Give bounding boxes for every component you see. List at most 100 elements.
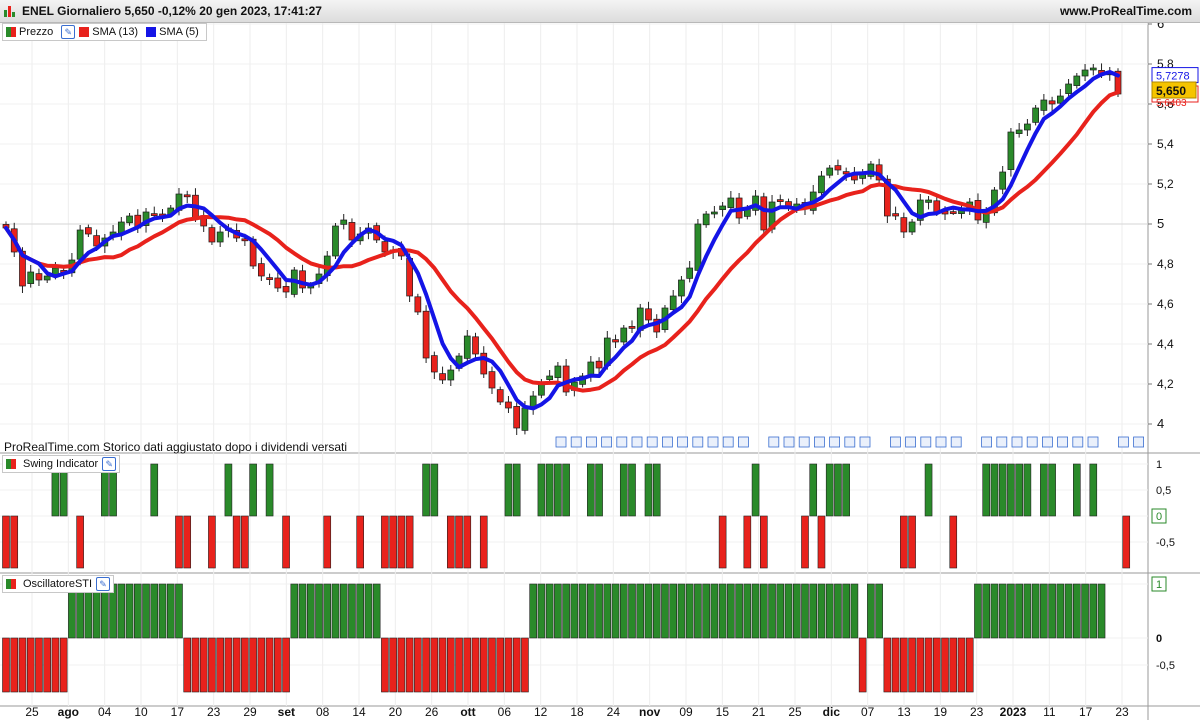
dividend-marker-icon[interactable] (768, 436, 780, 448)
osc-legend[interactable]: OscillatoreSTI ✎ (2, 575, 115, 593)
osc-bar (422, 637, 430, 693)
dividend-marker-icon[interactable] (662, 436, 673, 448)
osc-bar (825, 583, 834, 639)
dividend-marker-icon[interactable] (1011, 436, 1023, 448)
osc-bar (389, 637, 397, 693)
y-tick-label: 0,5 (1156, 485, 1171, 497)
swing-bar (751, 463, 760, 517)
dividend-marker-icon[interactable] (996, 436, 1008, 448)
swing-bar (562, 463, 570, 517)
osc-bar (982, 583, 991, 639)
osc-bar (323, 583, 332, 639)
osc-bar (965, 637, 974, 693)
dividend-marker-icon[interactable] (586, 436, 597, 448)
candle (27, 271, 35, 284)
dividend-marker-icon[interactable] (1133, 436, 1144, 448)
candle (628, 326, 636, 329)
swing-bar (809, 463, 818, 517)
x-tick-label: 07 (861, 705, 875, 719)
osc-bar (1048, 583, 1056, 639)
swing-bar (842, 463, 850, 517)
candle (472, 336, 479, 355)
swing-bar (760, 515, 768, 569)
swing-bar (817, 515, 826, 569)
x-tick-label: 21 (752, 705, 766, 719)
dividend-marker-icon[interactable] (920, 436, 932, 448)
dividend-marker-icon[interactable] (935, 436, 947, 448)
x-tick-label: 19 (934, 705, 948, 719)
dividend-marker-icon[interactable] (646, 436, 658, 448)
osc-bar (562, 583, 570, 639)
dividend-marker-icon[interactable] (950, 436, 962, 448)
legend-item-price[interactable]: Prezzo (6, 26, 53, 38)
dividend-marker-icon[interactable] (829, 436, 840, 448)
dividend-marker-icon[interactable] (601, 436, 612, 448)
osc-bar (809, 583, 818, 639)
osc-bar (257, 637, 266, 693)
osc-bar (735, 583, 743, 639)
dividend-marker-icon[interactable] (1118, 436, 1129, 448)
dividend-marker-icon[interactable] (738, 436, 749, 448)
swing-panel (0, 454, 1148, 572)
swing-bar (1007, 463, 1015, 517)
candle (1015, 129, 1023, 134)
y-tick-label: 4,6 (1157, 297, 1174, 311)
osc-bar (685, 583, 694, 639)
swing-bar (356, 515, 364, 569)
dividend-marker-icon[interactable] (1087, 436, 1099, 448)
dividend-marker-icon[interactable] (844, 436, 856, 448)
swing-bar (537, 463, 546, 517)
swing-bar (834, 463, 842, 517)
osc-bar (471, 637, 480, 693)
osc-bar (974, 583, 982, 639)
osc-bar (306, 583, 315, 639)
dividend-marker-icon[interactable] (890, 436, 901, 448)
osc-bar (949, 637, 958, 693)
dividend-marker-icon[interactable] (616, 436, 628, 448)
candle (52, 267, 59, 275)
legend-item-sma13[interactable]: SMA (13) (79, 26, 138, 38)
dividend-marker-icon[interactable] (631, 436, 643, 448)
dividend-marker-icon[interactable] (1042, 436, 1053, 448)
wrench-icon[interactable]: ✎ (96, 577, 111, 591)
dividend-marker-icon[interactable] (981, 436, 992, 448)
candle (595, 360, 603, 369)
swing-bar (587, 463, 595, 517)
candle (85, 227, 92, 235)
dividend-marker-icon[interactable] (692, 436, 704, 448)
candle (554, 365, 562, 378)
swing-legend[interactable]: Swing Indicator ✎ (2, 455, 121, 473)
swing-bar (183, 515, 192, 569)
dividend-marker-icon[interactable] (1057, 436, 1068, 448)
dividend-marker-icon[interactable] (859, 436, 871, 448)
candle (1040, 99, 1048, 111)
candle (1089, 67, 1097, 71)
y-tick-label: 1 (1156, 579, 1162, 591)
dividend-marker-icon[interactable] (677, 436, 688, 448)
dividend-marker-icon[interactable] (1072, 436, 1084, 448)
x-tick-label: 17 (171, 705, 185, 719)
dividend-marker-icon[interactable] (798, 436, 810, 448)
candle (645, 308, 652, 321)
osc-bar (1073, 583, 1081, 639)
osc-bar (875, 583, 883, 639)
site-link[interactable]: www.ProRealTime.com (1060, 4, 1192, 18)
dividend-marker-icon[interactable] (722, 436, 734, 448)
sma13-swatch (79, 27, 90, 37)
price-legend[interactable]: Prezzo ✎ SMA (13) SMA (5) (2, 23, 207, 41)
dividend-marker-icon[interactable] (905, 436, 916, 448)
dividend-marker-icon[interactable] (1026, 436, 1038, 448)
legend-item-sma5[interactable]: SMA (5) (146, 26, 199, 38)
osc-bar (801, 583, 809, 639)
swing-bar (982, 463, 991, 517)
dividend-marker-icon[interactable] (570, 436, 582, 448)
candle (183, 194, 191, 198)
osc-bar (784, 583, 793, 639)
dividend-marker-icon[interactable] (555, 436, 567, 448)
chart-canvas[interactable]: 25 ago 04 10 17 23 29 set 08 14 20 26 ott 06 12 18 24 nov… (0, 0, 1200, 720)
wrench-icon[interactable]: ✎ (102, 457, 117, 471)
wrench-icon[interactable]: ✎ (61, 25, 76, 39)
dividend-marker-icon[interactable] (814, 436, 825, 448)
dividend-marker-icon[interactable] (783, 436, 795, 448)
dividend-marker-icon[interactable] (707, 436, 719, 448)
